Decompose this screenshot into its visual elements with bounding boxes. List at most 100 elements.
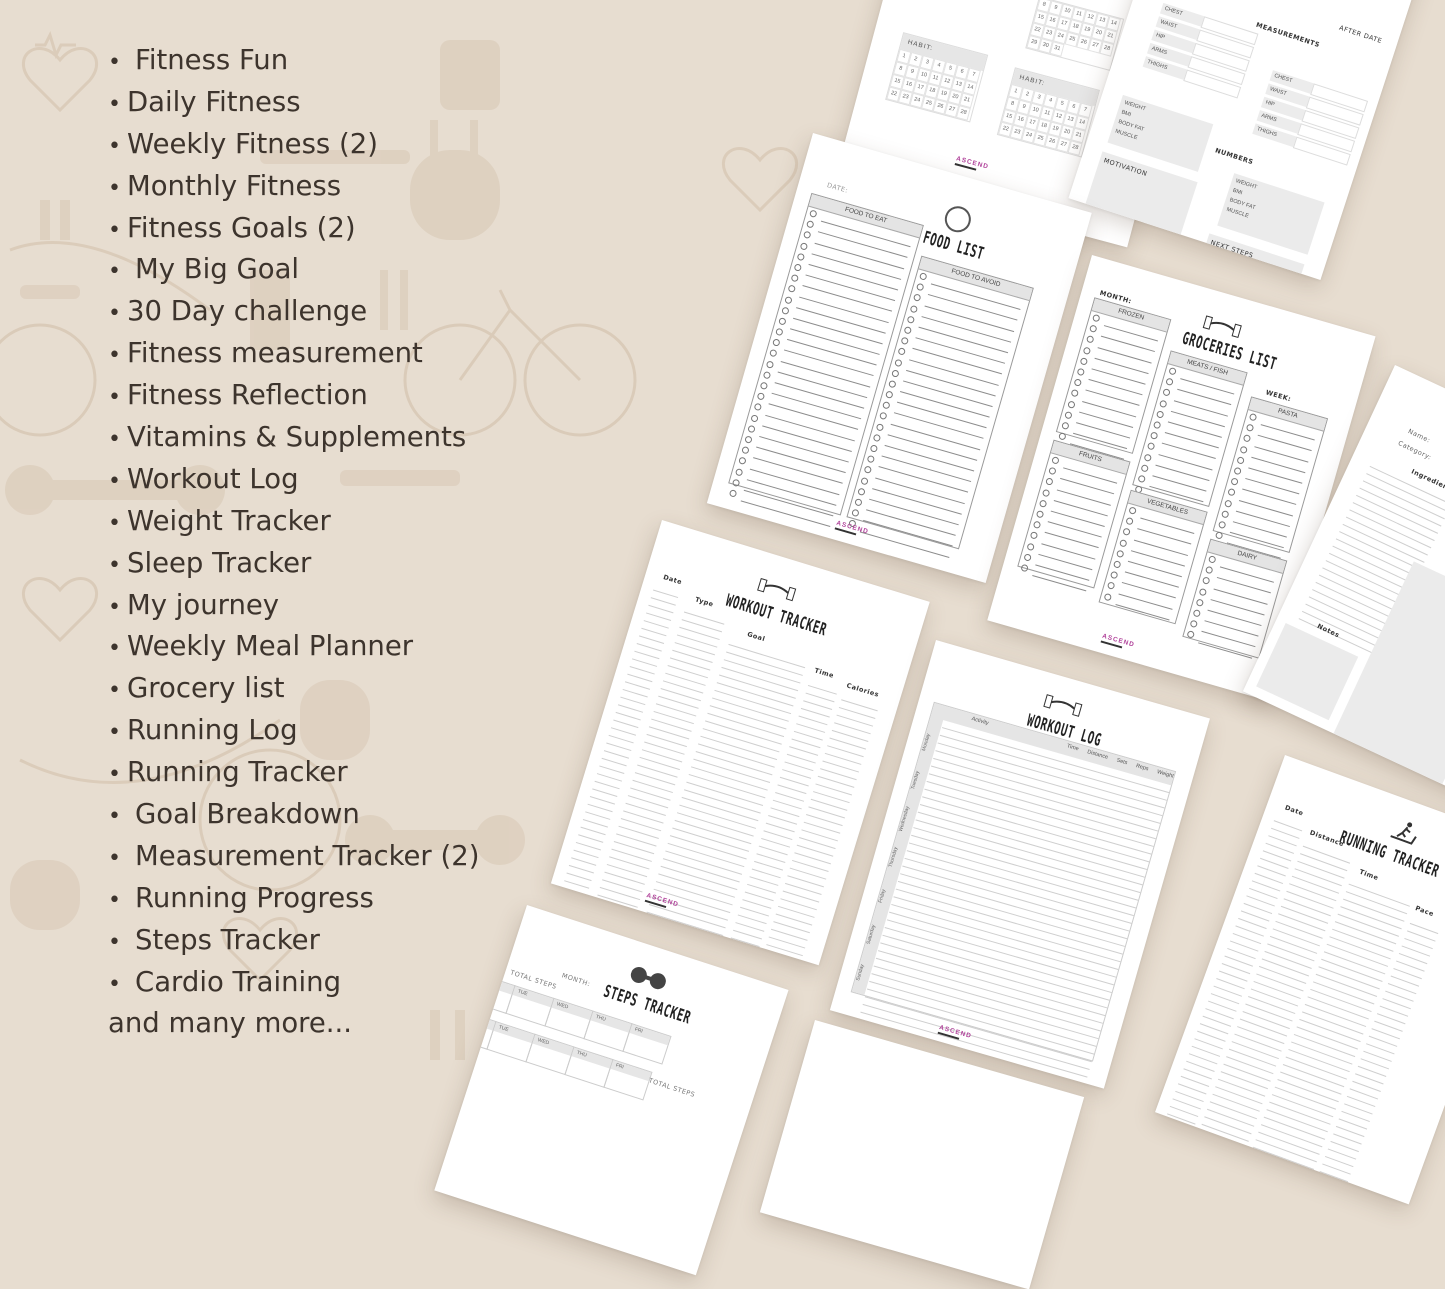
bullet-icon: • [108, 175, 121, 201]
feature-label: Monthly Fitness [127, 169, 342, 202]
steps-day-label: WED [551, 999, 593, 1020]
habit-day-cell: 31 [1049, 41, 1065, 57]
bullet-icon: • [108, 468, 121, 494]
feature-list-item: • Fitness Reflection [108, 375, 479, 417]
steps-day-cell: FRI [603, 1058, 653, 1101]
workout-tracker-title: WORKOUT TRACKER [723, 590, 830, 641]
treadmill-runner-icon [1390, 822, 1417, 845]
vegetables-checklist [1100, 504, 1203, 622]
workout-log-day-label: Thursday [887, 846, 900, 869]
feature-list-item: • Weekly Fitness (2) [108, 124, 479, 166]
workout-log-day-label: Wednesday [897, 805, 911, 833]
cutlery-icon [941, 203, 974, 236]
feature-list-item: • Measurement Tracker (2) [108, 836, 479, 878]
feature-label: My journey [127, 588, 280, 621]
bullet-icon: • [108, 971, 121, 997]
col-pace: Pace [1414, 904, 1436, 919]
heart-icon [22, 577, 98, 643]
workout-log-day-label: Monday [921, 732, 932, 752]
bullet-icon: • [108, 887, 121, 913]
col-type: Type [694, 595, 715, 609]
bicycle-wheel-icon [0, 323, 97, 437]
feature-label: Cardio Training [135, 965, 342, 998]
habit-calendar-2: HABIT: 1 2 3 4 5 6 7 8 9 10 11 12 13 14 15 16 17 18 19 20 21… [996, 67, 1100, 158]
bullet-icon: • [108, 91, 121, 117]
feature-label: Sleep Tracker [127, 546, 312, 579]
recipe-name-label: Name: [1406, 427, 1432, 445]
col-date: Date [1283, 803, 1305, 818]
after-date-label: AFTER DATE [1338, 23, 1384, 46]
feature-list-item: • Fitness measurement [108, 333, 479, 375]
habit-days-grid: 8 9 10 11 12 13 14 15 16 17 18 19 20 21 22 23 24 25 26 27 28… [1026, 0, 1123, 70]
feature-list-item: • Sleep Tracker [108, 543, 479, 585]
numbers-title: NUMBERS [1214, 146, 1255, 167]
feature-list-item: • My journey [108, 585, 479, 627]
feature-list-item: • Grocery list [108, 668, 479, 710]
bullet-icon: • [108, 720, 121, 746]
date-label: DATE: [826, 181, 850, 195]
bullet-icon: • [108, 762, 121, 788]
feature-list-item: • Workout Log [108, 459, 479, 501]
dumbbell-icon [20, 285, 80, 299]
habit-day-cell: 28 [1099, 41, 1115, 57]
barbell-icon [757, 577, 797, 602]
bullet-icon: • [108, 804, 121, 830]
bullet-icon: • [108, 385, 121, 411]
bullet-icon: • [108, 552, 121, 578]
feature-list-item: • Vitamins & Supplements [108, 417, 479, 459]
feature-list-item: • Running Log [108, 710, 479, 752]
steps-day-label: THU [571, 1047, 613, 1069]
bullet-icon: • [108, 845, 121, 871]
steps-day-label: WED [532, 1034, 574, 1056]
feature-label: Fitness measurement [127, 337, 423, 370]
steps-day-cell: FRI [622, 1023, 672, 1065]
habit-day-cell: 28 [1067, 140, 1083, 156]
measurement-fields-before: CHEST WAIST HIP ARMS THIGHS [1142, 2, 1259, 100]
workout-log-day-label: Friday [877, 888, 888, 904]
feature-list: • Fitness Fun • Daily Fitness • Weekly Fitnes… [108, 40, 479, 1045]
col-date: Date [662, 573, 684, 587]
bullet-icon: • [108, 50, 121, 75]
bullet-icon: • [108, 301, 121, 327]
habit-calendar-top: 8 9 10 11 12 13 14 15 16 17 18 19 20 21 22 23 24 25 26 27 28… [1025, 0, 1125, 72]
steps-day-label: TUE [493, 1022, 535, 1044]
feature-label: Weekly Meal Planner [127, 630, 414, 663]
feature-list-item: • Monthly Fitness [108, 166, 479, 208]
ruled-line [1314, 1179, 1345, 1198]
dumbbell-icon [630, 966, 666, 990]
ascend-logo: ASCEND [955, 155, 989, 173]
feature-label: Daily Fitness [127, 85, 301, 118]
steps-day-label: FRI [610, 1060, 652, 1082]
feature-label: 30 Day challenge [127, 295, 368, 328]
feature-label: Running Tracker [127, 756, 348, 789]
bullet-icon: • [108, 217, 121, 243]
feature-label: Running Log [127, 714, 298, 747]
feature-label: Running Progress [135, 881, 374, 914]
feature-list-item: • My Big Goal [108, 249, 479, 291]
feature-list-item: • Weight Tracker [108, 501, 479, 543]
motivation-label: MOTIVATION [1102, 156, 1149, 179]
feature-list-item: • Weekly Meal Planner [108, 626, 479, 668]
col-time: Time [813, 666, 835, 680]
measurement-fields-after: CHEST WAIST HIP ARMS THIGHS [1251, 70, 1369, 167]
bullet-icon: • [108, 133, 121, 159]
measurements-title: MEASUREMENTS [1254, 20, 1321, 50]
feature-label: Steps Tracker [135, 923, 320, 956]
feature-list-item: • Fitness Fun [108, 40, 479, 82]
col-goal: Goal [746, 630, 767, 644]
kettlebell-icon [10, 860, 80, 930]
workout-log-day-label: Sunday [855, 964, 866, 983]
bullet-icon: • [108, 259, 121, 285]
heart-icon [722, 147, 798, 213]
steps-day-label: FRI [629, 1024, 671, 1046]
feature-list-item: • Fitness Goals (2) [108, 208, 479, 250]
feature-label: Weight Tracker [127, 504, 331, 537]
bullet-icon: • [108, 427, 121, 453]
habit-calendar-1: HABIT: 1 2 3 4 5 6 7 8 9 10 11 12 13 14 15 16 17 18 19 20 21… [885, 32, 989, 123]
bullet-icon: • [108, 929, 121, 955]
feature-label: Goal Breakdown [135, 798, 360, 831]
feature-label: Fitness Goals (2) [127, 211, 356, 244]
workout-log-day-label: Tuesday [909, 770, 921, 791]
bullet-icon: • [108, 510, 121, 536]
steps-day-label: TUE [512, 986, 554, 1008]
